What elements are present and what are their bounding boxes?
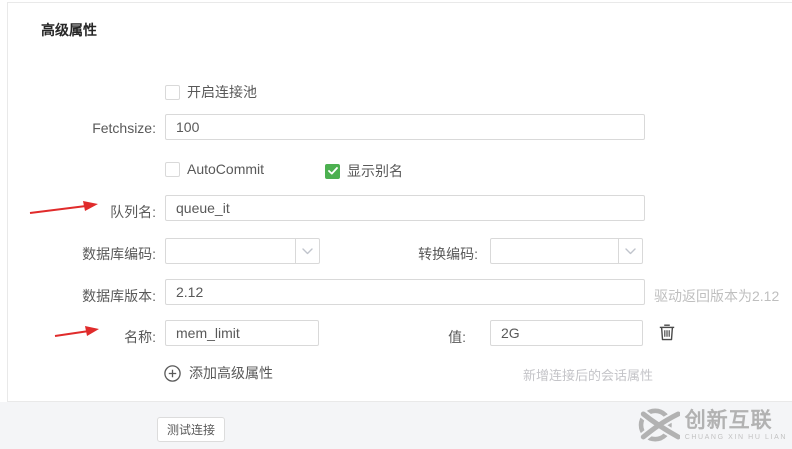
- watermark-brand: 创新互联: [684, 408, 773, 432]
- fetchsize-label: Fetchsize:: [92, 120, 156, 136]
- show-alias-checkbox[interactable]: 显示别名: [325, 161, 403, 181]
- property-value-label: 值:: [448, 329, 466, 345]
- chevron-down-icon[interactable]: [295, 239, 319, 263]
- convert-encoding-select[interactable]: [490, 238, 643, 264]
- chevron-down-icon[interactable]: [618, 239, 642, 263]
- delete-property-button[interactable]: [656, 322, 678, 344]
- fetchsize-input[interactable]: [165, 114, 645, 140]
- watermark-brand-sub: CHUANG XIN HU LIAN: [684, 433, 787, 441]
- property-name-label: 名称:: [124, 329, 156, 345]
- db-version-label: 数据库版本:: [82, 288, 156, 304]
- advanced-properties-panel: 高级属性 开启连接池 Fetchsize: AutoCommit 显示别名: [7, 2, 792, 402]
- checkbox-box[interactable]: [325, 163, 340, 179]
- watermark-logo: 创新互联 CHUANG XIN HU LIAN: [636, 403, 787, 447]
- db-encoding-label: 数据库编码:: [82, 246, 156, 262]
- show-alias-label: 显示别名: [347, 163, 403, 179]
- add-property-button[interactable]: 添加高级属性: [164, 363, 273, 383]
- panel-title: 高级属性: [41, 22, 97, 38]
- autocommit-label: AutoCommit: [187, 161, 265, 177]
- cx-logo-icon: [638, 408, 680, 442]
- connection-pool-checkbox[interactable]: 开启连接池: [165, 82, 257, 102]
- select-value: [166, 239, 295, 263]
- advanced-properties-screen: 高级属性 开启连接池 Fetchsize: AutoCommit 显示别名: [0, 0, 792, 449]
- db-encoding-select[interactable]: [165, 238, 320, 264]
- queue-name-input[interactable]: [165, 195, 645, 221]
- select-value: [491, 239, 618, 263]
- checkbox-box[interactable]: [165, 84, 180, 100]
- test-connection-button[interactable]: 测试连接: [157, 417, 225, 442]
- trash-icon: [659, 324, 675, 341]
- watermark-text: 创新互联 CHUANG XIN HU LIAN: [685, 410, 787, 441]
- convert-encoding-label: 转换编码:: [418, 246, 478, 262]
- check-icon: [327, 167, 338, 175]
- property-name-input[interactable]: [165, 320, 319, 346]
- add-property-label: 添加高级属性: [189, 365, 273, 381]
- session-property-hint: 新增连接后的会话属性: [523, 368, 654, 383]
- db-version-input[interactable]: [165, 279, 645, 305]
- queue-name-label: 队列名:: [110, 204, 156, 220]
- plus-circle-icon: [164, 364, 181, 382]
- connection-pool-label: 开启连接池: [187, 84, 257, 100]
- checkbox-box[interactable]: [165, 161, 180, 177]
- property-value-input[interactable]: [490, 320, 643, 346]
- db-version-hint: 驱动返回版本为2.12: [654, 288, 780, 304]
- autocommit-checkbox[interactable]: AutoCommit: [165, 161, 264, 177]
